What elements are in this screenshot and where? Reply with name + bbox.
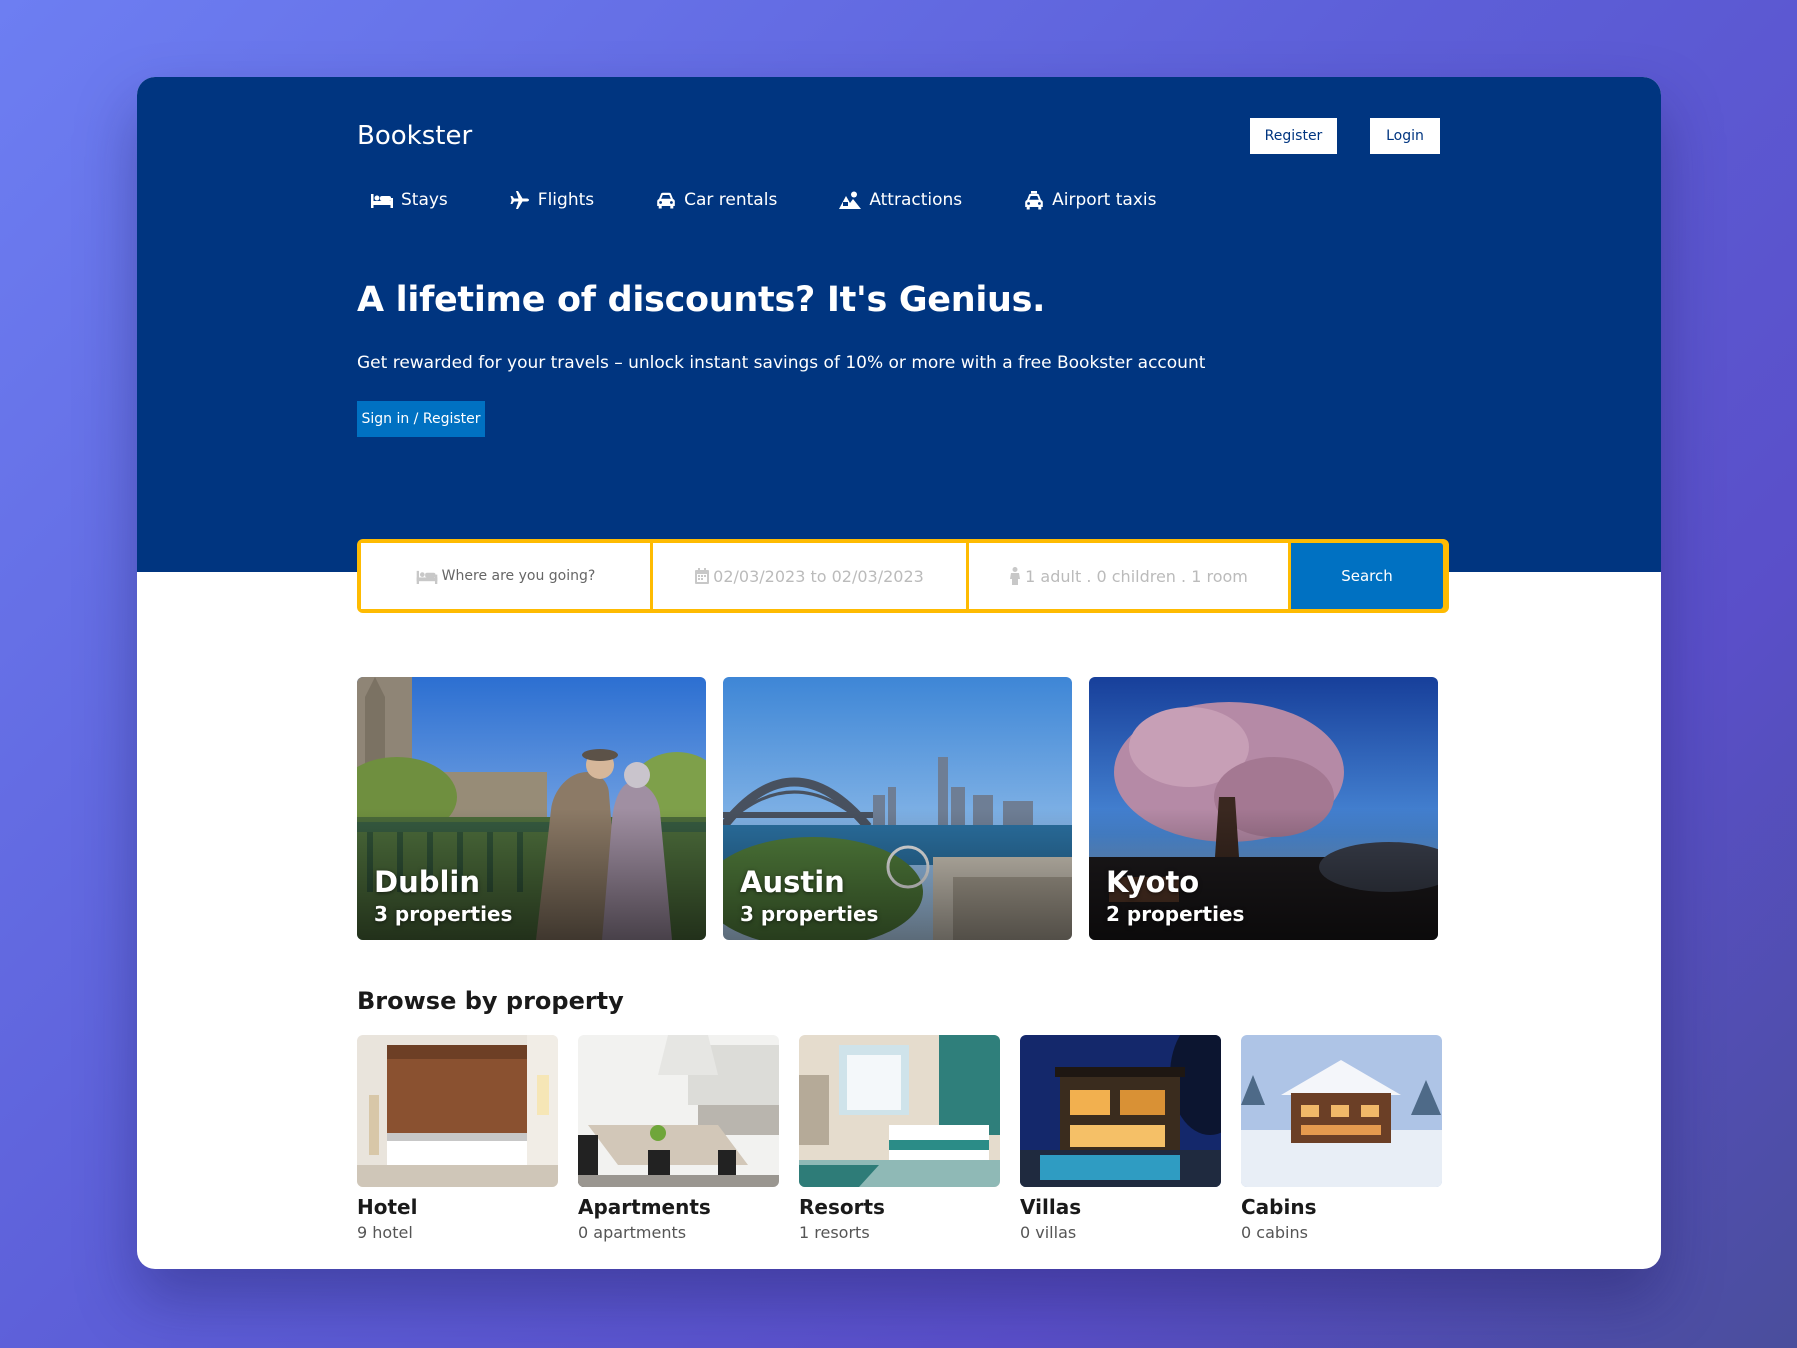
city-card-dublin[interactable]: Dublin 3 properties	[357, 677, 706, 940]
browser-window: Bookster Register Login Stays Flights Ca…	[137, 77, 1661, 1269]
hero-subline: Get rewarded for your travels – unlock i…	[357, 353, 1206, 373]
property-types: Hotel 9 hotel Apartments 0 apartments Re…	[357, 1035, 1442, 1242]
city-card-austin[interactable]: Austin 3 properties	[723, 677, 1072, 940]
city-property-count: 2 properties	[1106, 902, 1245, 926]
nav-item-flights[interactable]: Flights	[510, 190, 594, 210]
plane-icon	[510, 191, 529, 209]
property-card-cabins[interactable]: Cabins 0 cabins	[1241, 1035, 1442, 1242]
bed-icon	[416, 570, 437, 584]
property-card-apartments[interactable]: Apartments 0 apartments	[578, 1035, 779, 1242]
property-card-resorts[interactable]: Resorts 1 resorts	[799, 1035, 1000, 1242]
property-card-hotel[interactable]: Hotel 9 hotel	[357, 1035, 558, 1242]
guests-field[interactable]: 1 adult . 0 children . 1 room	[969, 543, 1288, 609]
hero-headline: A lifetime of discounts? It's Genius.	[357, 280, 1046, 320]
city-property-count: 3 properties	[740, 902, 879, 926]
brand-logo[interactable]: Bookster	[357, 121, 472, 151]
property-photo	[357, 1035, 558, 1187]
car-icon	[657, 192, 675, 208]
hero-banner: Bookster Register Login Stays Flights Ca…	[137, 77, 1661, 572]
property-type-count: 1 resorts	[799, 1223, 870, 1242]
browse-section-title: Browse by property	[357, 987, 624, 1015]
login-button[interactable]: Login	[1370, 118, 1440, 154]
guests-value: 1 adult . 0 children . 1 room	[1025, 566, 1248, 586]
search-bar: Where are you going? 02/03/2023 to 02/03…	[357, 539, 1449, 613]
search-button[interactable]: Search	[1291, 543, 1443, 609]
property-card-villas[interactable]: Villas 0 villas	[1020, 1035, 1221, 1242]
property-type-count: 0 cabins	[1241, 1223, 1308, 1242]
property-type-name: Hotel	[357, 1195, 418, 1219]
attractions-icon	[839, 191, 862, 209]
nav-label: Attractions	[869, 190, 963, 210]
nav-item-stays[interactable]: Stays	[371, 190, 448, 210]
date-range-value: 02/03/2023 to 02/03/2023	[713, 566, 924, 586]
taxi-icon	[1025, 190, 1043, 209]
nav-item-attractions[interactable]: Attractions	[839, 190, 962, 210]
register-button[interactable]: Register	[1250, 118, 1337, 154]
city-name: Dublin	[374, 865, 481, 899]
property-photo	[1241, 1035, 1442, 1187]
property-type-name: Cabins	[1241, 1195, 1317, 1219]
property-type-name: Villas	[1020, 1195, 1082, 1219]
city-name: Kyoto	[1106, 865, 1200, 899]
destination-placeholder: Where are you going?	[441, 568, 596, 584]
property-type-count: 0 apartments	[578, 1223, 687, 1242]
nav-label: Stays	[401, 190, 448, 210]
date-range-field[interactable]: 02/03/2023 to 02/03/2023	[653, 543, 966, 609]
property-type-count: 9 hotel	[357, 1223, 413, 1242]
nav-item-airport-taxis[interactable]: Airport taxis	[1024, 190, 1156, 210]
nav-item-car-rentals[interactable]: Car rentals	[656, 190, 777, 210]
property-type-name: Resorts	[799, 1195, 885, 1219]
sign-in-register-button[interactable]: Sign in / Register	[357, 401, 485, 437]
calendar-icon	[695, 568, 710, 584]
property-photo	[1020, 1035, 1221, 1187]
property-photo	[578, 1035, 779, 1187]
city-photo	[357, 677, 706, 940]
city-photo	[723, 677, 1072, 940]
person-icon	[1010, 567, 1021, 585]
property-type-name: Apartments	[578, 1195, 711, 1219]
city-property-count: 3 properties	[374, 902, 513, 926]
featured-cities: Dublin 3 properties Austin 3 properties …	[357, 677, 1438, 940]
property-photo	[799, 1035, 1000, 1187]
city-photo	[1089, 677, 1438, 940]
nav-label: Airport taxis	[1052, 190, 1157, 210]
city-card-kyoto[interactable]: Kyoto 2 properties	[1089, 677, 1438, 940]
city-name: Austin	[740, 865, 845, 899]
bed-icon	[371, 194, 393, 208]
destination-field[interactable]: Where are you going?	[361, 543, 650, 609]
property-type-count: 0 villas	[1020, 1223, 1077, 1242]
main-nav: Stays Flights Car rentals Attractions Ai…	[371, 190, 1218, 210]
nav-label: Car rentals	[684, 190, 778, 210]
nav-label: Flights	[537, 190, 595, 210]
